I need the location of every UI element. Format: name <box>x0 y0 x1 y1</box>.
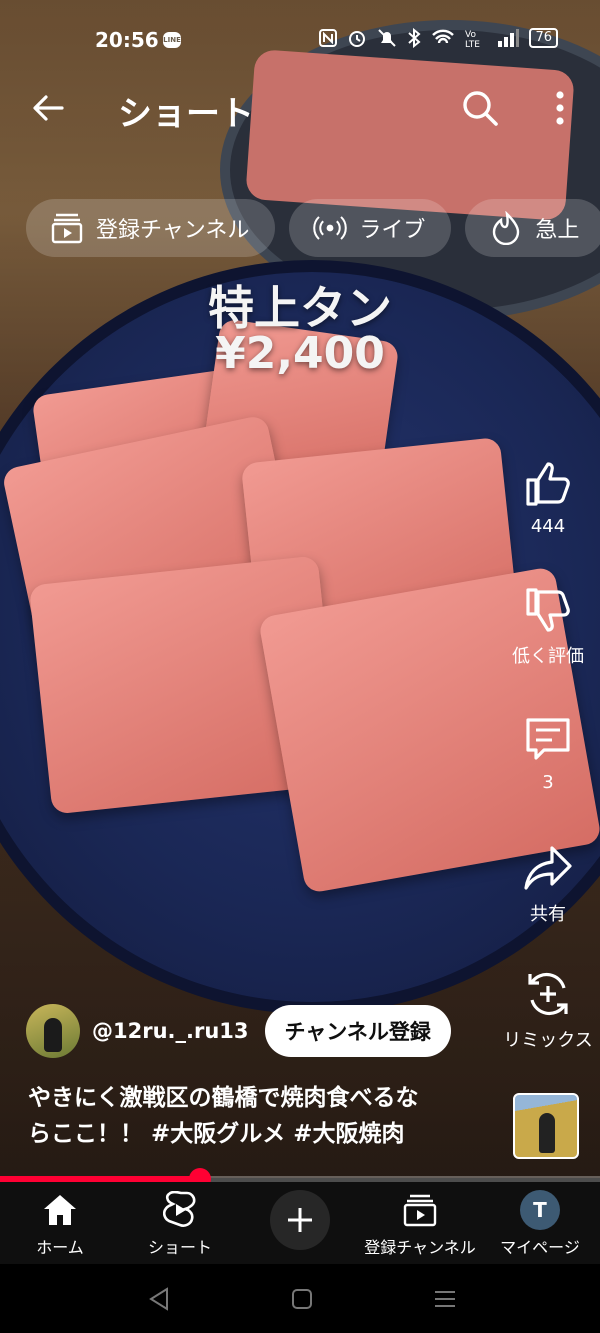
signal-icon <box>498 29 520 47</box>
subscribe-button[interactable]: チャンネル登録 <box>264 1005 451 1057</box>
system-home-icon[interactable] <box>287 1284 317 1314</box>
create-button[interactable] <box>270 1190 330 1250</box>
dislike-button[interactable]: 低く評価 <box>496 584 600 668</box>
status-icons: Vo LTE 76 <box>319 28 558 48</box>
volte-icon: VoLTE <box>465 30 480 48</box>
more-vert-icon[interactable] <box>540 86 580 130</box>
video-description[interactable]: やきにく激戦区の鶴橋で焼肉食べるな らここ！！ #大阪グルメ #大阪焼肉 <box>28 1080 498 1152</box>
shorts-icon <box>160 1190 200 1230</box>
svg-text:Vo: Vo <box>465 30 476 40</box>
comment-icon <box>526 718 570 760</box>
nav-label: ショート <box>147 1238 212 1257</box>
channel-row: @12ru._.ru13 チャンネル登録 <box>26 1003 451 1059</box>
status-bar: 20:56 LINE Vo LTE 76 <box>0 0 600 80</box>
dislike-label: 低く評価 <box>512 646 584 667</box>
description-line: らここ！！ #大阪グルメ #大阪焼肉 <box>28 1121 405 1147</box>
nav-shorts[interactable]: ショート <box>120 1190 240 1258</box>
comments-button[interactable]: 3 <box>496 714 600 793</box>
filter-chips: 登録チャンネル ライブ 急上 <box>26 199 600 259</box>
chip-subscriptions[interactable]: 登録チャンネル <box>26 199 276 257</box>
chip-live[interactable]: ライブ <box>289 199 452 257</box>
nav-home[interactable]: ホーム <box>0 1190 120 1258</box>
live-icon <box>313 211 348 245</box>
back-arrow-icon[interactable] <box>28 88 68 128</box>
remix-label: リミックス <box>503 1030 593 1051</box>
video-overlay-price: ¥2,400 <box>215 328 385 379</box>
nav-label: ホーム <box>36 1238 84 1257</box>
wifi-icon <box>432 29 455 44</box>
home-icon <box>40 1190 80 1230</box>
share-button[interactable]: 共有 <box>496 842 600 926</box>
nav-subscriptions[interactable]: 登録チャンネル <box>360 1190 480 1258</box>
page-title: ショート <box>118 94 254 134</box>
system-back-icon[interactable] <box>145 1284 175 1314</box>
avatar-icon: T <box>520 1190 560 1230</box>
bluetooth-icon <box>408 28 421 48</box>
comment-count: 3 <box>542 772 554 793</box>
bottom-nav: ホーム ショート 登録チャンネル T マイページ <box>0 1182 600 1264</box>
share-label: 共有 <box>530 904 566 925</box>
battery-icon: 76 <box>529 28 558 48</box>
thumbs-down-icon <box>526 588 570 632</box>
alarm-icon <box>349 31 366 47</box>
system-recents-icon[interactable] <box>430 1284 460 1314</box>
status-time: 20:56 <box>95 28 159 52</box>
chip-label: 登録チャンネル <box>96 218 250 243</box>
nav-label: マイページ <box>500 1238 580 1257</box>
trending-icon <box>489 211 523 245</box>
sound-thumbnail[interactable] <box>513 1093 579 1159</box>
system-nav-bar <box>0 1264 600 1333</box>
chip-label: 急上 <box>535 218 580 243</box>
nav-me[interactable]: T マイページ <box>480 1190 600 1258</box>
line-app-icon: LINE <box>163 32 181 48</box>
like-button[interactable]: 444 <box>496 458 600 537</box>
svg-text:LTE: LTE <box>465 40 480 48</box>
channel-avatar[interactable] <box>26 1004 80 1058</box>
description-line: やきにく激戦区の鶴橋で焼肉食べるな <box>28 1085 419 1111</box>
top-app-bar: ショート <box>0 80 600 136</box>
like-count: 444 <box>530 516 566 537</box>
thumbs-up-icon <box>526 462 570 506</box>
user-avatar: T <box>520 1190 560 1230</box>
channel-handle[interactable]: @12ru._.ru13 <box>92 1019 249 1043</box>
chip-trending[interactable]: 急上 <box>465 199 600 257</box>
remix-icon <box>528 972 568 1016</box>
remix-button[interactable]: リミックス <box>496 968 600 1052</box>
subscriptions-icon <box>50 211 84 245</box>
nfc-icon <box>319 29 338 47</box>
mute-icon <box>378 29 397 47</box>
search-icon[interactable] <box>458 86 502 130</box>
share-icon <box>524 846 572 890</box>
plus-icon <box>288 1208 312 1232</box>
nav-label: 登録チャンネル <box>364 1238 476 1257</box>
chip-label: ライブ <box>359 218 426 243</box>
subscriptions-icon <box>400 1190 440 1230</box>
